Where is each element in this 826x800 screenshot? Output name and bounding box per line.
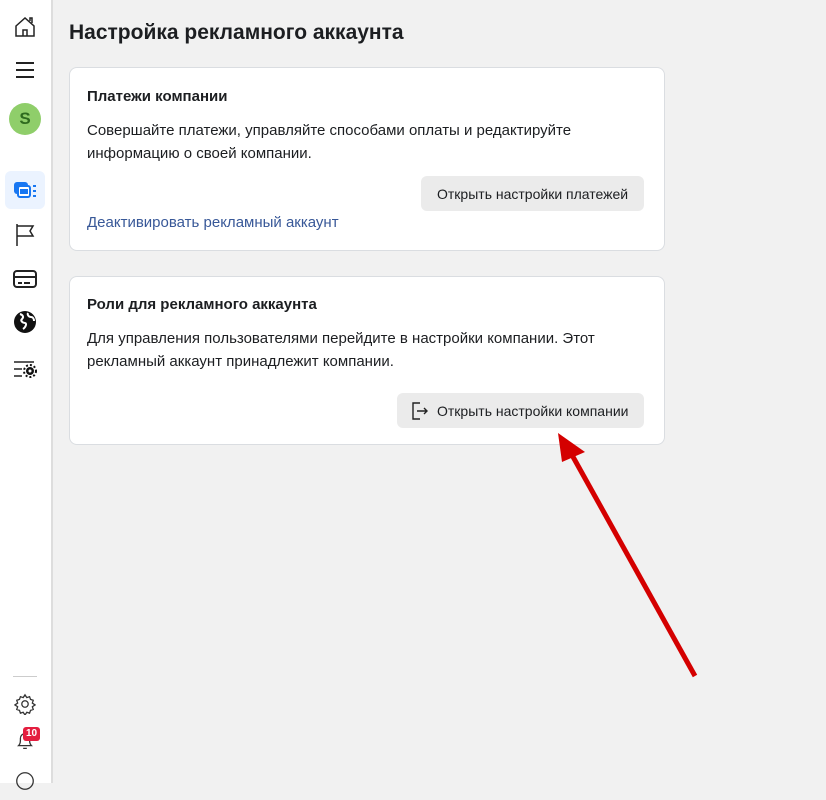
payments-title: Платежи компании [87, 88, 228, 105]
notification-badge: 10 [23, 727, 41, 741]
avatar[interactable]: S [5, 100, 45, 138]
payments-description: Совершайте платежи, управляйте способами… [87, 122, 572, 162]
flag-icon[interactable] [5, 216, 45, 254]
ads-manager-icon[interactable] [5, 171, 45, 209]
roles-description: Для управления пользователями перейдите … [87, 330, 595, 370]
roles-card: Роли для рекламного аккаунта Для управле… [69, 276, 665, 445]
open-business-settings-label: Открыть настройки компании [437, 402, 629, 419]
credit-card-icon[interactable] [5, 260, 45, 298]
open-business-settings-button[interactable]: Открыть настройки компании [397, 393, 645, 428]
deactivate-account-link[interactable]: Деактивировать рекламный аккаунт [87, 214, 339, 231]
menu-icon[interactable] [5, 51, 45, 89]
exit-icon [409, 401, 429, 421]
payments-card: Платежи компании Совершайте платежи, упр… [69, 67, 665, 251]
globe-icon[interactable] [5, 303, 45, 341]
gear-icon[interactable] [5, 685, 45, 723]
settings-list-icon[interactable] [5, 350, 45, 388]
home-icon[interactable] [5, 8, 45, 46]
page-title: Настройка рекламного аккаунта [69, 21, 404, 44]
open-payment-settings-button[interactable]: Открыть настройки платежей [421, 176, 645, 211]
help-icon[interactable] [5, 762, 45, 800]
roles-title: Роли для рекламного аккаунта [87, 296, 317, 313]
sidebar: S 10 [0, 0, 53, 790]
sidebar-divider [13, 676, 37, 677]
